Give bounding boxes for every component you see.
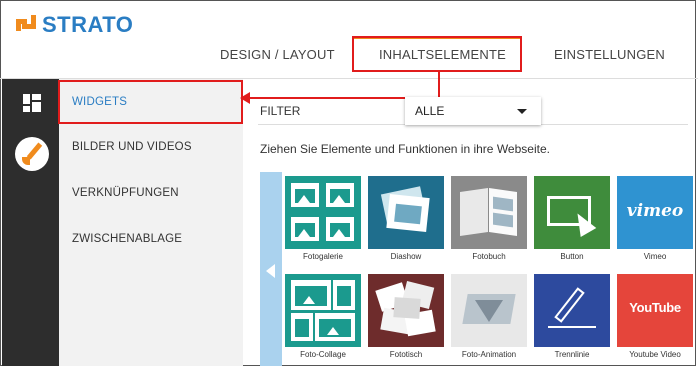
widget-fototisch[interactable]: Fototisch (368, 274, 444, 366)
widget-fotogalerie[interactable]: Fotogalerie (285, 176, 361, 268)
widget-foto-animation[interactable]: Foto-Animation (451, 274, 527, 366)
widget-button[interactable]: Button (534, 176, 610, 268)
divider-line-icon (534, 274, 610, 347)
photo-table-icon (368, 274, 444, 347)
filter-select[interactable]: ALLE (405, 97, 541, 125)
youtube-icon: YouTube (617, 274, 693, 347)
photo-animation-icon (451, 274, 527, 347)
photo-gallery-icon (285, 176, 361, 249)
button-cursor-icon (534, 176, 610, 249)
widget-label: Diashow (390, 252, 422, 261)
widget-label: Foto-Animation (461, 350, 517, 359)
chevron-down-icon (517, 109, 527, 114)
widget-label: Fotogalerie (302, 252, 344, 261)
widget-label: Foto-Collage (300, 350, 346, 359)
scroll-left-strip[interactable] (260, 172, 282, 366)
widget-label: Button (560, 252, 584, 261)
layout-grid-icon[interactable] (23, 94, 41, 112)
filter-label: FILTER (260, 104, 301, 118)
strato-logo-mark-icon (16, 15, 36, 35)
photo-book-icon (451, 176, 527, 249)
slideshow-icon (368, 176, 444, 249)
widget-label: Trennlinie (554, 350, 590, 359)
youtube-logo-text: YouTube (629, 300, 681, 315)
widget-diashow[interactable]: Diashow (368, 176, 444, 268)
annotation-arrow-head-icon (240, 92, 250, 104)
instruction-text: Ziehen Sie Elemente und Funktionen in ih… (260, 142, 550, 156)
highlight-box-widgets (58, 80, 243, 124)
tab-design-layout[interactable]: DESIGN / LAYOUT (220, 47, 335, 62)
strato-logo[interactable]: STRATO (16, 12, 133, 38)
widget-fotobuch[interactable]: Fotobuch (451, 176, 527, 268)
paint-brush-icon[interactable] (15, 137, 49, 171)
tab-einstellungen[interactable]: EINSTELLUNGEN (554, 47, 665, 62)
sidebar-item-zwischenablage[interactable]: ZWISCHENABLAGE (72, 233, 182, 245)
widget-label: Vimeo (643, 252, 667, 261)
sidebar-item-bilder-und-videos[interactable]: BILDER UND VIDEOS (72, 141, 192, 153)
sidebar-item-verknuepfungen[interactable]: VERKNÜPFUNGEN (72, 187, 179, 199)
tool-rail (2, 79, 59, 366)
widget-label: Fotobuch (472, 252, 506, 261)
widget-foto-collage[interactable]: Foto-Collage (285, 274, 361, 366)
annotation-connector-vertical (438, 72, 440, 98)
widget-label: Youtube Video (629, 350, 681, 359)
filter-select-value: ALLE (415, 104, 445, 118)
vimeo-icon: vimeo (617, 176, 693, 249)
widget-label: Fototisch (389, 350, 423, 359)
chevron-left-icon (266, 264, 275, 278)
widget-trennlinie[interactable]: Trennlinie (534, 274, 610, 366)
photo-collage-icon (285, 274, 361, 347)
top-navigation: DESIGN / LAYOUT INHALTSELEMENTE EINSTELL… (0, 36, 698, 76)
vimeo-logo-text: vimeo (626, 201, 684, 221)
strato-logo-text: STRATO (42, 12, 134, 37)
widget-vimeo[interactable]: vimeo Vimeo (617, 176, 693, 268)
highlight-box-inhaltselemente (352, 36, 522, 72)
widget-youtube-video[interactable]: YouTube Youtube Video (617, 274, 693, 366)
